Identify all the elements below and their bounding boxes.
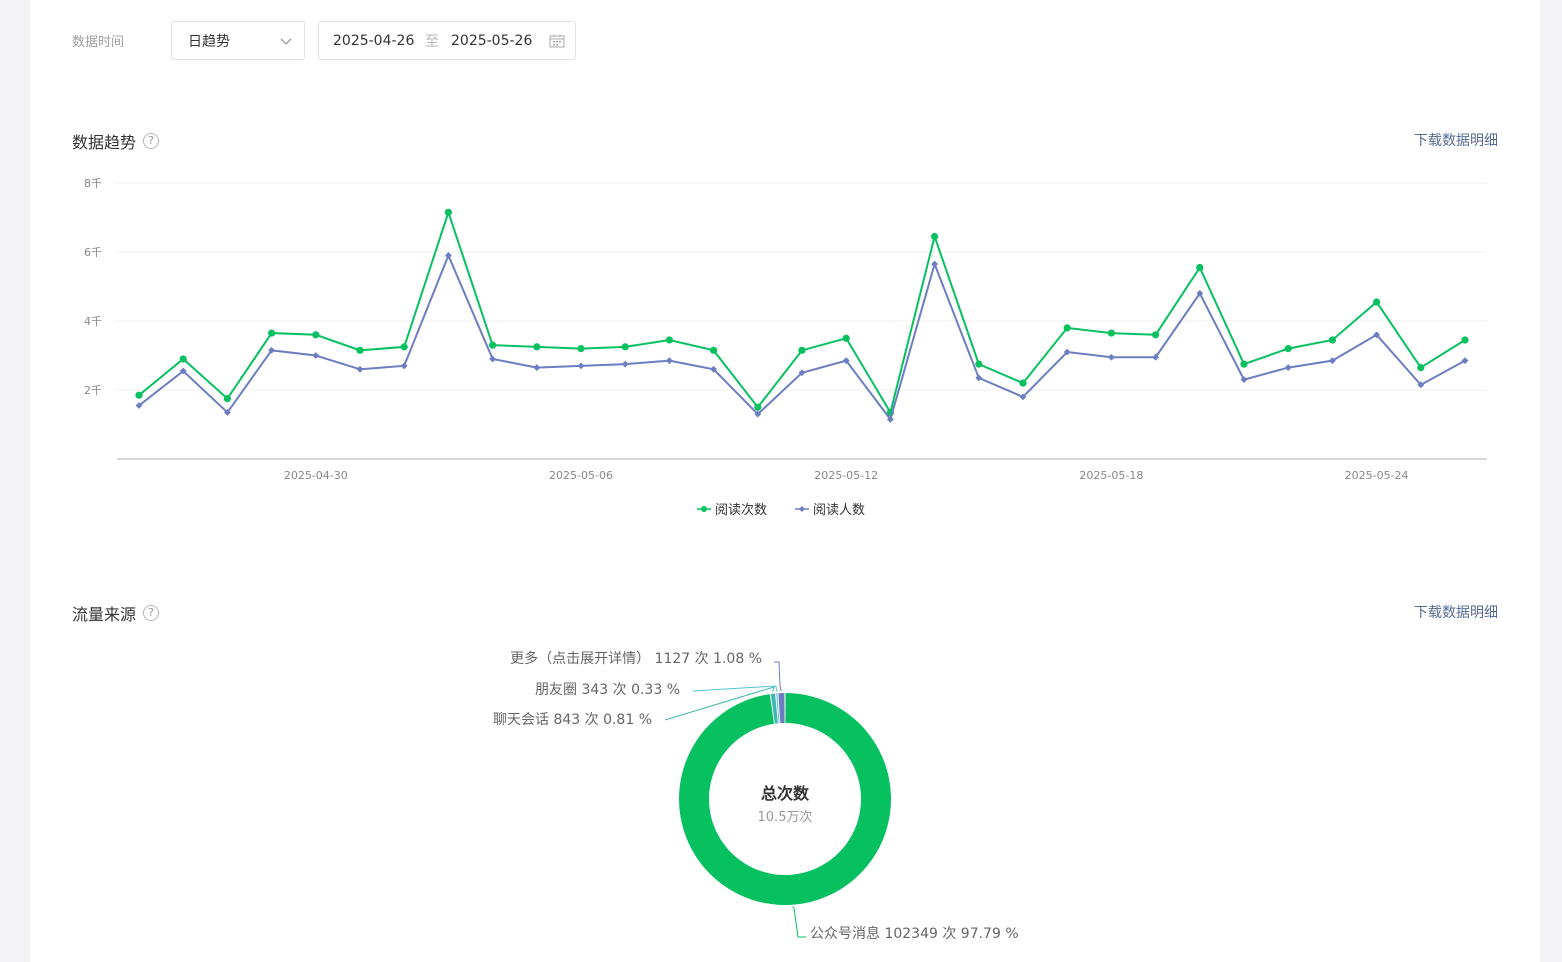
data-point[interactable]: [223, 395, 231, 403]
help-icon[interactable]: ?: [143, 605, 160, 621]
start-date[interactable]: 2025-04-26: [333, 33, 414, 49]
data-point[interactable]: [1240, 376, 1248, 384]
data-point[interactable]: [533, 364, 541, 371]
date-filter-label: 数据时间: [72, 35, 125, 50]
data-point[interactable]: [1284, 345, 1292, 353]
data-point[interactable]: [1461, 336, 1469, 344]
label-leader-line: [792, 906, 806, 938]
label-leader-line: [774, 661, 782, 692]
x-tick-label: 2025-04-30: [284, 469, 348, 482]
data-point[interactable]: [533, 343, 541, 351]
x-tick-label: 2025-05-18: [1079, 469, 1143, 482]
data-point[interactable]: [931, 232, 939, 241]
data-point[interactable]: [400, 362, 408, 370]
source-download-link[interactable]: 下载数据明细: [1414, 602, 1498, 622]
data-point[interactable]: [577, 345, 585, 353]
data-point[interactable]: [975, 360, 983, 368]
data-point[interactable]: [1108, 353, 1115, 361]
x-tick-label: 2025-05-06: [549, 469, 613, 482]
help-icon[interactable]: ?: [143, 133, 160, 149]
trend-section-title: 数据趋势 ?: [72, 129, 160, 153]
data-point[interactable]: [1152, 331, 1160, 339]
legend-label[interactable]: 阅读次数: [715, 502, 767, 518]
data-point[interactable]: [268, 329, 276, 337]
data-point[interactable]: [444, 208, 452, 216]
legend-marker: [799, 506, 805, 512]
data-point[interactable]: [842, 334, 850, 342]
calendar-icon[interactable]: [549, 34, 565, 48]
trend-mode-select[interactable]: 日趋势: [171, 21, 305, 60]
date-range-picker[interactable]: 2025-04-26 至 2025-05-26: [318, 21, 576, 60]
slice-label[interactable]: 公众号消息 102349 次 97.79 %: [810, 925, 1019, 942]
data-point[interactable]: [400, 343, 408, 351]
data-point[interactable]: [754, 403, 762, 411]
data-point[interactable]: [1373, 298, 1381, 306]
data-point[interactable]: [665, 336, 674, 344]
end-date[interactable]: 2025-05-26: [451, 33, 532, 49]
slice-label[interactable]: 更多（点击展开详情） 1127 次 1.08 %: [510, 650, 762, 667]
data-point[interactable]: [135, 391, 143, 399]
y-tick-label: 4千: [84, 315, 102, 328]
x-tick-label: 2025-05-24: [1345, 469, 1409, 482]
data-point[interactable]: [1240, 360, 1248, 368]
traffic-source-donut-chart: 公众号消息 102349 次 97.79 % 聊天会话 843 次 0.81 % 朋…: [493, 650, 1019, 942]
data-point[interactable]: [975, 374, 983, 382]
source-title: 流量来源: [72, 605, 137, 624]
data-point[interactable]: [1284, 364, 1292, 371]
y-tick-label: 8千: [84, 177, 102, 190]
donut-slice[interactable]: [778, 693, 785, 724]
data-point[interactable]: [621, 360, 629, 368]
data-point[interactable]: [312, 352, 320, 359]
data-point[interactable]: [621, 343, 629, 351]
data-point[interactable]: [312, 331, 320, 339]
y-tick-label: 2千: [84, 384, 102, 397]
trend-download-link[interactable]: 下载数据明细: [1414, 130, 1498, 150]
data-point[interactable]: [666, 357, 673, 365]
data-point[interactable]: [1063, 324, 1071, 332]
data-point[interactable]: [179, 355, 187, 363]
data-point[interactable]: [798, 346, 806, 354]
data-point[interactable]: [1107, 329, 1115, 337]
range-separator: 至: [425, 33, 439, 50]
data-point[interactable]: [356, 365, 364, 373]
legend-label[interactable]: 阅读人数: [813, 503, 865, 518]
data-point[interactable]: [489, 355, 496, 363]
data-point[interactable]: [1417, 363, 1425, 372]
data-point[interactable]: [1196, 263, 1204, 272]
data-point[interactable]: [489, 341, 497, 349]
source-section-title: 流量来源 ?: [72, 601, 160, 625]
donut-center-title: 总次数: [761, 784, 810, 803]
donut-center-value: 10.5万次: [758, 809, 813, 825]
data-point[interactable]: [1019, 379, 1027, 387]
trend-line-chart: 2千 4千 6千 8千 2025-04-30 2025-05-06 2025-05-12 20…: [84, 177, 1487, 518]
x-tick-label: 2025-05-12: [814, 469, 878, 482]
trend-title: 数据趋势: [72, 133, 137, 152]
series-line-2: [138, 252, 1466, 422]
data-point[interactable]: [356, 346, 364, 354]
legend-marker: [701, 506, 707, 512]
slice-label[interactable]: 聊天会话 843 次 0.81 %: [493, 712, 652, 728]
data-point[interactable]: [577, 362, 585, 370]
y-tick-label: 6千: [84, 246, 102, 259]
data-point[interactable]: [710, 346, 718, 354]
series-line-1: [138, 209, 1466, 416]
slice-label[interactable]: 朋友圈 343 次 0.33 %: [535, 682, 680, 698]
data-point[interactable]: [1328, 336, 1336, 344]
data-point[interactable]: [931, 260, 938, 268]
chevron-down-icon: [280, 38, 292, 45]
content-panel: 数据时间 日趋势 2025-04-26 至 2025-05-26 数据趋势 ? …: [30, 0, 1540, 962]
trend-mode-value: 日趋势: [188, 33, 230, 50]
data-point[interactable]: [445, 252, 452, 259]
